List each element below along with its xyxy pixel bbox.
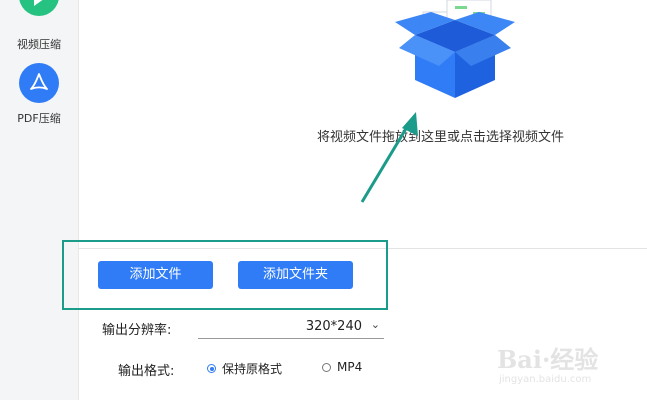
resolution-select[interactable]: 320*240 ⌄: [198, 318, 384, 339]
sidebar-item-label: 视频压缩: [17, 38, 61, 51]
radio-unselected-icon: [322, 362, 331, 372]
format-option-mp4[interactable]: MP4: [322, 360, 362, 374]
radio-selected-icon: [207, 364, 216, 373]
watermark-url: jingyan.baidu.com: [499, 374, 592, 385]
video-play-icon: [19, 0, 59, 16]
add-folder-button[interactable]: 添加文件夹: [238, 261, 353, 289]
sidebar-item-label: PDF压缩: [17, 112, 61, 125]
watermark-main: Bai·经验: [497, 345, 599, 374]
pdf-icon: [19, 63, 59, 103]
radio-label: MP4: [337, 360, 363, 374]
sidebar-item-pdf-compress[interactable]: PDF压缩: [0, 63, 78, 126]
format-label: 输出格式:: [118, 364, 175, 379]
open-box-icon[interactable]: [385, 0, 525, 100]
annotation-arrow-icon: [360, 112, 418, 203]
add-file-button[interactable]: 添加文件: [98, 261, 213, 289]
sidebar-item-video-compress[interactable]: 视频压缩: [0, 0, 78, 52]
sidebar: 视频压缩 PDF压缩: [0, 0, 79, 400]
format-option-keep-original[interactable]: 保持原格式: [207, 360, 282, 377]
watermark-logo: Bai·经验 jingyan.baidu.com: [497, 340, 647, 400]
resolution-value: 320*240: [305, 319, 362, 334]
radio-label: 保持原格式: [222, 362, 283, 376]
chevron-down-icon: ⌄: [370, 318, 380, 331]
resolution-label: 输出分辨率:: [102, 323, 172, 338]
